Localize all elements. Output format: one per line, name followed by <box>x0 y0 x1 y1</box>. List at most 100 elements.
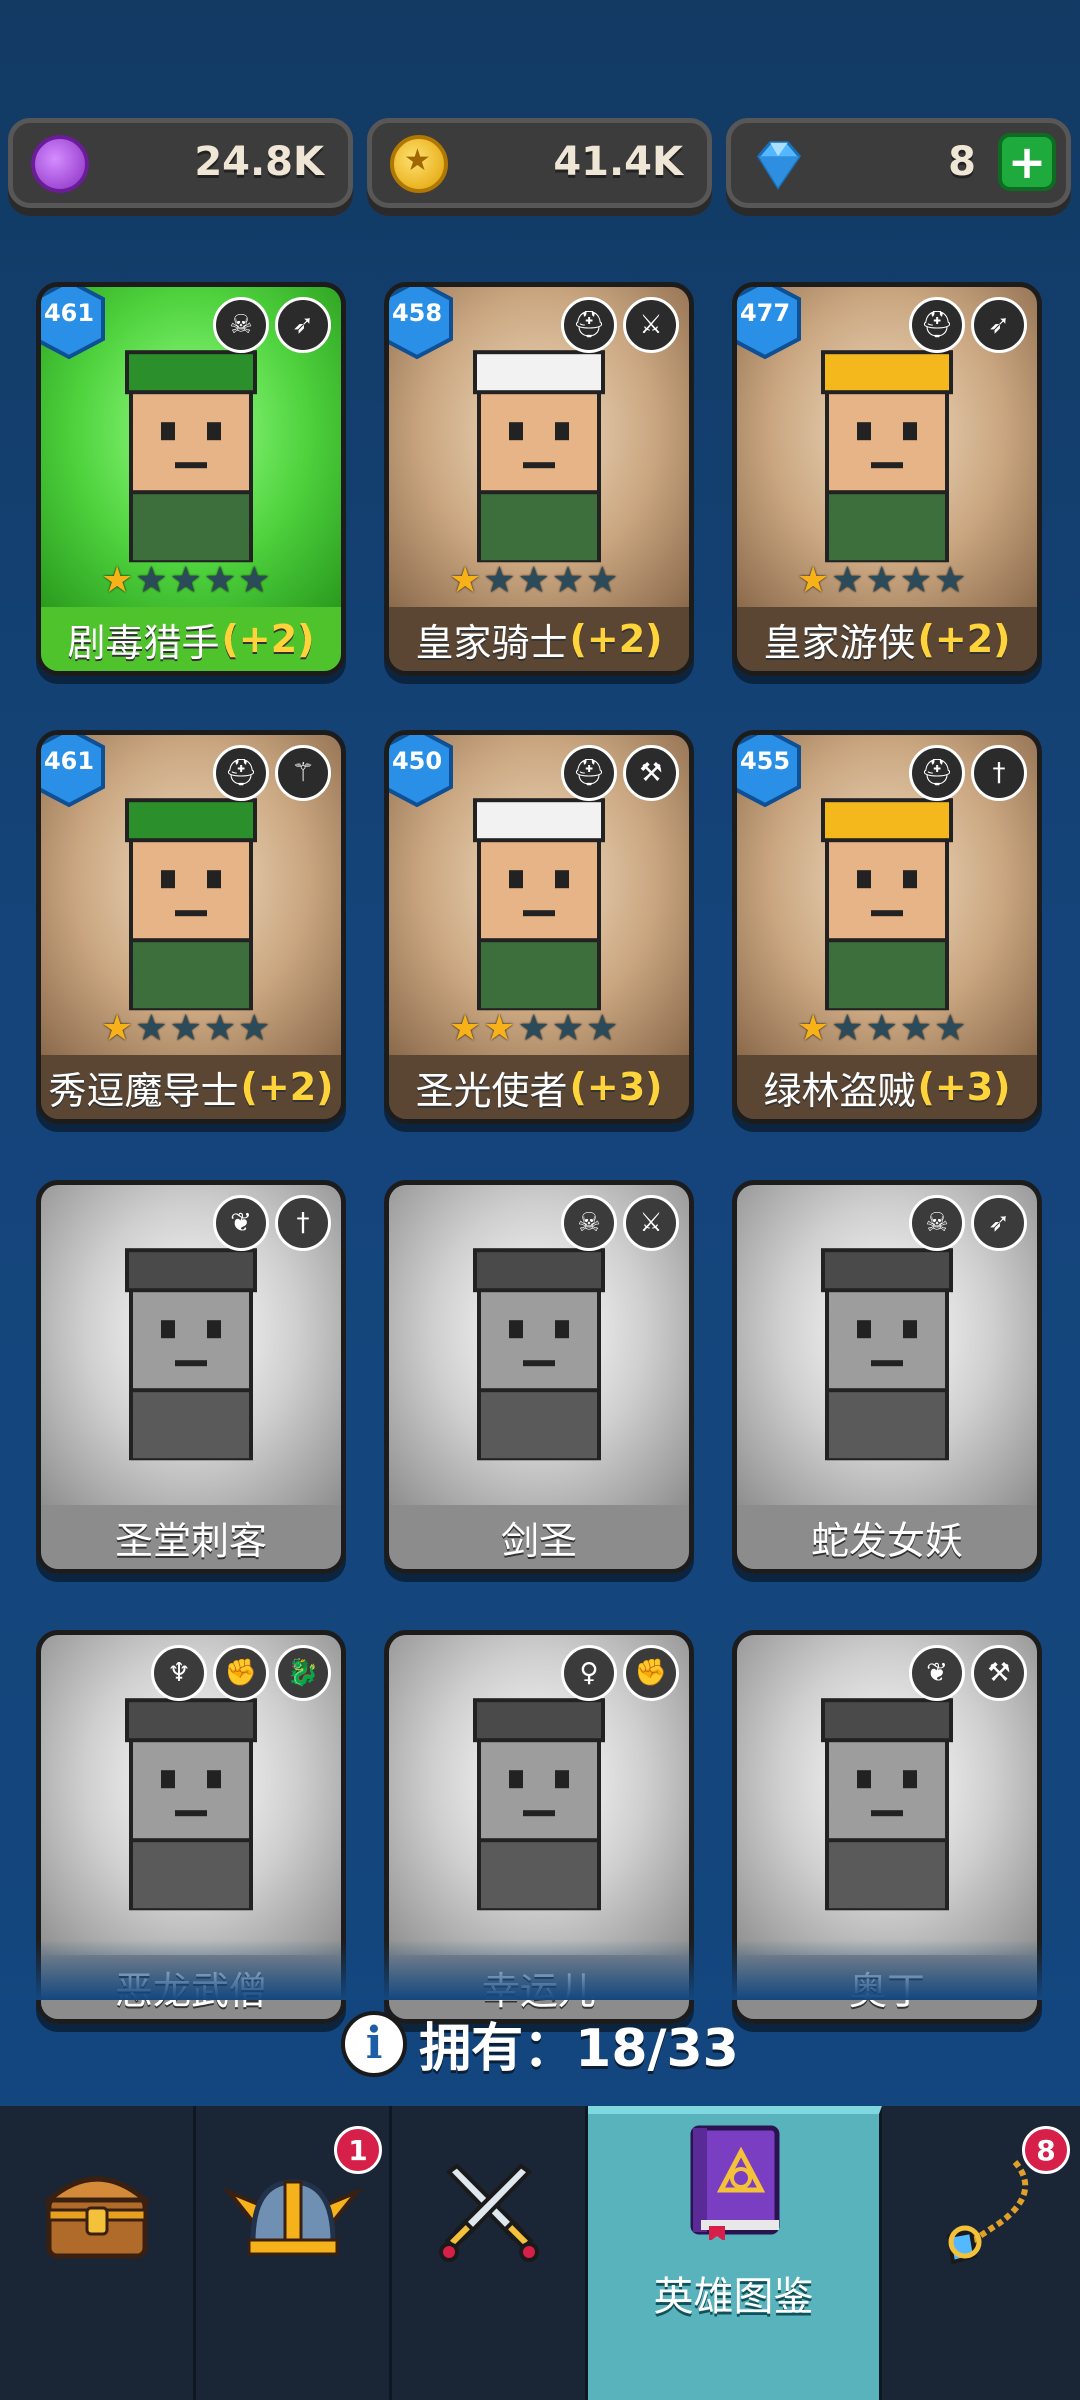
purple-currency-value: 24.8K <box>194 139 324 185</box>
hero-level: 458 <box>391 299 443 327</box>
hero-card[interactable]: ❦ † 圣堂刺客 <box>36 1180 346 1574</box>
hero-card[interactable]: 461 ⛑ ⚚ ★ ★ ★ ★ ★ 秀逗魔导士 (+2) <box>36 730 346 1124</box>
collection-label: 拥有： <box>419 2019 576 2079</box>
star-icon: ★ <box>586 560 619 601</box>
winged-helmet-icon <box>222 2152 363 2276</box>
helmet-icon: ⛑ <box>561 297 617 353</box>
hero-class-badges: ⛑ ⚔ <box>561 297 679 353</box>
hero-codex-tab[interactable]: 英雄图鉴 <box>588 2106 882 2400</box>
hero-class-badges: ☠ ➶ <box>909 1195 1027 1251</box>
hero-star-rating: ★ ★ ★ ★ ★ <box>449 1011 618 1047</box>
star-icon: ★ <box>797 560 830 601</box>
star-icon: ★ <box>449 1008 482 1049</box>
bow-icon: ➶ <box>971 297 1027 353</box>
hero-class-badges: ☠ ➶ <box>213 297 331 353</box>
star-icon: ★ <box>517 560 550 601</box>
star-icon: ★ <box>551 1008 585 1049</box>
orc-icon: ☠ <box>561 1195 617 1251</box>
hero-avatar <box>125 1698 257 1911</box>
treasure-chest-icon <box>37 2152 157 2276</box>
star-icon: ★ <box>101 1008 134 1049</box>
hero-star-rating: ★ ★ ★ ★ ★ <box>101 1011 270 1047</box>
hero-bonus: (+3) <box>569 1065 663 1109</box>
star-icon: ★ <box>169 560 202 601</box>
hero-class-badges: ⛑ ⚚ <box>213 745 331 801</box>
chest-tab[interactable] <box>0 2106 196 2400</box>
hero-class-badges: ⛑ ➶ <box>909 297 1027 353</box>
hero-name-bar: 皇家游侠 (+2) <box>737 607 1037 671</box>
dagger-icon: † <box>275 1195 331 1251</box>
hero-class-badges: ♆ ✊ 🐉 <box>151 1645 331 1701</box>
demon-icon: ♆ <box>151 1645 207 1701</box>
hero-class-badges: ☠ ⚔ <box>561 1195 679 1251</box>
hero-card[interactable]: ☠ ⚔ 剑圣 <box>384 1180 694 1574</box>
wings-icon: ❦ <box>213 1195 269 1251</box>
hero-card[interactable]: 450 ⛑ ⚒ ★ ★ ★ ★ ★ 圣光使者 (+3) <box>384 730 694 1124</box>
hero-class-badges: ❦ † <box>213 1195 331 1251</box>
hero-name-bar: 圣光使者 (+3) <box>389 1055 689 1119</box>
star-icon: ★ <box>586 1008 619 1049</box>
hero-level-badge: 450 <box>389 735 455 809</box>
hero-codex-label: 英雄图鉴 <box>653 2274 814 2320</box>
hero-avatar <box>473 798 605 1011</box>
hero-class-badges: ♀ ✊ <box>561 1645 679 1701</box>
hero-class-badges: ❦ ⚒ <box>909 1645 1027 1701</box>
amulet-notification-badge: 8 <box>1022 2126 1070 2174</box>
hero-name: 圣堂刺客 <box>114 1518 267 1563</box>
staff-icon: ⚚ <box>275 745 331 801</box>
hero-card[interactable]: 477 ⛑ ➶ ★ ★ ★ ★ ★ 皇家游侠 (+2) <box>732 282 1042 676</box>
hero-name-bar: 圣堂刺客 <box>41 1505 341 1569</box>
star-icon: ★ <box>899 560 933 601</box>
hero-name-bar: 秀逗魔导士 (+2) <box>41 1055 341 1119</box>
amulet-tab[interactable]: 8 <box>882 2106 1080 2400</box>
hero-name-bar: 皇家骑士 (+2) <box>389 607 689 671</box>
star-icon: ★ <box>101 560 134 601</box>
heroes-notification-badge: 1 <box>334 2126 382 2174</box>
info-icon[interactable]: i <box>341 2010 408 2077</box>
hero-name: 秀逗魔导士 <box>48 1068 239 1113</box>
hero-card[interactable]: 461 ☠ ➶ ★ ★ ★ ★ ★ 剧毒猎手 (+2) <box>36 282 346 676</box>
heroes-tab[interactable]: 1 <box>196 2106 392 2400</box>
hero-level: 461 <box>43 299 95 327</box>
star-icon: ★ <box>831 1008 864 1049</box>
star-icon: ★ <box>934 1008 967 1049</box>
bottom-nav: 1 英雄图鉴 8 <box>0 2106 1080 2400</box>
hero-avatar <box>473 350 605 563</box>
hero-level-badge: 461 <box>41 735 107 809</box>
hero-level: 461 <box>43 747 95 775</box>
hero-avatar <box>821 798 953 1011</box>
hero-card[interactable]: ☠ ➶ 蛇发女妖 <box>732 1180 1042 1574</box>
hero-level: 450 <box>391 747 443 775</box>
hero-avatar <box>821 1698 953 1911</box>
hero-avatar <box>473 1248 605 1461</box>
star-icon: ★ <box>865 1008 898 1049</box>
star-icon: ★ <box>238 560 271 601</box>
wings-icon: ❦ <box>909 1645 965 1701</box>
hammer-icon: ⚒ <box>971 1645 1027 1701</box>
gem-currency: 8 + <box>726 118 1071 208</box>
hero-bonus: (+2) <box>569 617 663 661</box>
add-gems-button[interactable]: + <box>998 133 1056 191</box>
hero-card[interactable]: 455 ⛑ † ★ ★ ★ ★ ★ 绿林盗贼 (+3) <box>732 730 1042 1124</box>
purple-coin-icon <box>31 135 89 193</box>
hero-name: 剧毒猎手 <box>67 620 220 665</box>
star-icon: ★ <box>135 1008 168 1049</box>
hero-level: 477 <box>739 299 791 327</box>
star-icon: ★ <box>934 560 967 601</box>
hero-level-badge: 477 <box>737 287 803 361</box>
gem-currency-value: 8 <box>948 139 976 185</box>
helmet-icon: ⛑ <box>213 745 269 801</box>
hero-name: 绿林盗贼 <box>763 1068 916 1113</box>
sword-icon: ⚔ <box>623 1195 679 1251</box>
skull-icon: ☠ <box>909 1195 965 1251</box>
sword-icon: ⚔ <box>623 297 679 353</box>
purple-currency: 24.8K <box>8 118 353 208</box>
hero-bonus: (+3) <box>917 1065 1011 1109</box>
bow-icon: ➶ <box>971 1195 1027 1251</box>
collection-count: i 拥有：18/33 <box>0 2006 1080 2081</box>
battle-tab[interactable] <box>392 2106 588 2400</box>
hero-level-badge: 455 <box>737 735 803 809</box>
star-icon: ★ <box>797 1008 830 1049</box>
crossed-swords-icon <box>429 2152 549 2276</box>
hero-card[interactable]: 458 ⛑ ⚔ ★ ★ ★ ★ ★ 皇家骑士 (+2) <box>384 282 694 676</box>
